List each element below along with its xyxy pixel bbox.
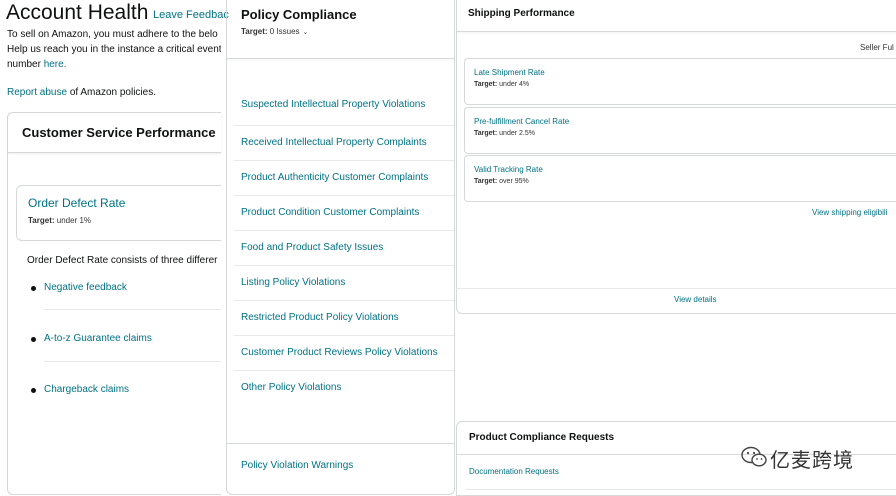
view-details-link[interactable]: View details xyxy=(674,295,717,304)
metric-target: Target: under 4% xyxy=(474,81,529,88)
policy-item: Restricted Product Policy Violations xyxy=(234,301,454,336)
odr-description: Order Defect Rate consists of three diff… xyxy=(27,255,218,266)
intro-text: To sell on Amazon, you must adhere to th… xyxy=(7,27,221,72)
policy-item: Received Intellectual Property Complaint… xyxy=(234,126,454,161)
documentation-requests-link[interactable]: Documentation Requests xyxy=(469,467,559,476)
policy-link-food-safety[interactable]: Food and Product Safety Issues xyxy=(241,242,383,253)
policy-list: Suspected Intellectual Property Violatio… xyxy=(234,88,454,406)
divider xyxy=(44,361,221,362)
policy-link-suspected-ip[interactable]: Suspected Intellectual Property Violatio… xyxy=(241,99,425,110)
late-shipment-rate-link[interactable]: Late Shipment Rate xyxy=(474,68,545,77)
intro-line-3-prefix: number xyxy=(7,59,44,70)
metric-target-value: over 95% xyxy=(497,178,529,185)
divider xyxy=(226,443,455,444)
policy-link-listing[interactable]: Listing Policy Violations xyxy=(241,277,345,288)
odr-target-label: Target: xyxy=(28,216,55,225)
product-compliance-title: Product Compliance Requests xyxy=(469,432,615,443)
intro-line-2: Help us reach you in the instance a crit… xyxy=(7,44,221,55)
report-abuse-line: Report abuse of Amazon policies. xyxy=(7,87,156,98)
negative-feedback-link[interactable]: Negative feedback xyxy=(44,282,127,293)
divider xyxy=(466,489,896,490)
order-defect-rate-link[interactable]: Order Defect Rate xyxy=(28,196,125,210)
policy-item: Customer Product Reviews Policy Violatio… xyxy=(234,336,454,371)
divider xyxy=(456,288,896,289)
policy-item: Product Condition Customer Complaints xyxy=(234,196,454,231)
policy-item: Other Policy Violations xyxy=(234,371,454,406)
customer-service-header: Customer Service Performance xyxy=(8,113,221,153)
policy-item: Suspected Intellectual Property Violatio… xyxy=(234,88,454,126)
report-abuse-suffix: of Amazon policies. xyxy=(67,87,156,98)
intro-line-3: number here. xyxy=(7,57,221,72)
customer-service-title: Customer Service Performance xyxy=(22,125,216,140)
watermark-text: 亿麦跨境 xyxy=(770,450,854,472)
metric-target-value: under 2.5% xyxy=(497,130,535,137)
shipping-metric-box[interactable]: Pre-fulfillment Cancel Rate Target: unde… xyxy=(464,107,896,154)
metric-target-label: Target: xyxy=(474,81,498,88)
order-defect-rate-target: Target: under 1% xyxy=(28,216,91,225)
metric-target: Target: over 95% xyxy=(474,178,529,185)
metric-target-label: Target: xyxy=(474,178,498,185)
intro-line-1: To sell on Amazon, you must adhere to th… xyxy=(7,29,218,40)
pc-target-value: 0 Issues xyxy=(267,27,300,36)
pc-target-label: Target: xyxy=(241,27,268,36)
contact-here-link[interactable]: here. xyxy=(44,59,67,70)
list-item: A-to-z Guarantee claims xyxy=(27,331,221,382)
order-defect-rate-box[interactable]: Order Defect Rate Target: under 1% xyxy=(16,185,221,241)
list-item: Chargeback claims xyxy=(27,382,221,433)
seller-fulfilled-label: Seller Ful xyxy=(860,43,894,52)
policy-link-authenticity[interactable]: Product Authenticity Customer Complaints xyxy=(241,172,428,183)
policy-link-received-ip[interactable]: Received Intellectual Property Complaint… xyxy=(241,137,427,148)
policy-violation-warnings-link[interactable]: Policy Violation Warnings xyxy=(241,460,353,471)
metric-target-value: under 4% xyxy=(497,81,530,88)
watermark: 亿麦跨境 xyxy=(740,442,880,472)
page-title: Account Health xyxy=(6,1,149,24)
valid-tracking-rate-link[interactable]: Valid Tracking Rate xyxy=(474,165,543,174)
odr-target-value: under 1% xyxy=(54,216,91,225)
policy-link-reviews[interactable]: Customer Product Reviews Policy Violatio… xyxy=(241,347,438,358)
metric-target: Target: under 2.5% xyxy=(474,130,535,137)
bullet-icon xyxy=(31,388,36,393)
shipping-metric-box[interactable]: Late Shipment Rate Target: under 4% xyxy=(464,58,896,105)
list-item: Negative feedback xyxy=(27,280,221,331)
chevron-down-icon[interactable]: ⌄ xyxy=(303,28,309,36)
report-abuse-link[interactable]: Report abuse xyxy=(7,87,67,98)
divider xyxy=(44,309,221,310)
shipping-metric-box[interactable]: Valid Tracking Rate Target: over 95% xyxy=(464,155,896,202)
wechat-icon xyxy=(741,446,767,467)
chargeback-claims-link[interactable]: Chargeback claims xyxy=(44,384,129,395)
policy-link-condition[interactable]: Product Condition Customer Complaints xyxy=(241,207,419,218)
policy-compliance-target[interactable]: Target: 0 Issues ⌄ xyxy=(241,27,308,36)
metric-target-label: Target: xyxy=(474,130,498,137)
view-shipping-eligibility-link[interactable]: View shipping eligibili xyxy=(812,208,887,217)
policy-item: Product Authenticity Customer Complaints xyxy=(234,161,454,196)
bullet-icon xyxy=(31,337,36,342)
policy-item: Food and Product Safety Issues xyxy=(234,231,454,266)
divider xyxy=(226,58,455,59)
policy-item: Listing Policy Violations xyxy=(234,266,454,301)
policy-link-other[interactable]: Other Policy Violations xyxy=(241,382,341,393)
pre-fulfillment-cancel-rate-link[interactable]: Pre-fulfillment Cancel Rate xyxy=(474,117,569,126)
a-to-z-claims-link[interactable]: A-to-z Guarantee claims xyxy=(44,333,152,344)
policy-compliance-title: Policy Compliance xyxy=(241,7,357,22)
divider xyxy=(456,31,896,32)
odr-components-list: Negative feedback A-to-z Guarantee claim… xyxy=(27,280,221,433)
policy-link-restricted[interactable]: Restricted Product Policy Violations xyxy=(241,312,399,323)
leave-feedback-link[interactable]: Leave Feedbac xyxy=(153,9,229,21)
bullet-icon xyxy=(31,286,36,291)
shipping-performance-title: Shipping Performance xyxy=(468,8,575,19)
